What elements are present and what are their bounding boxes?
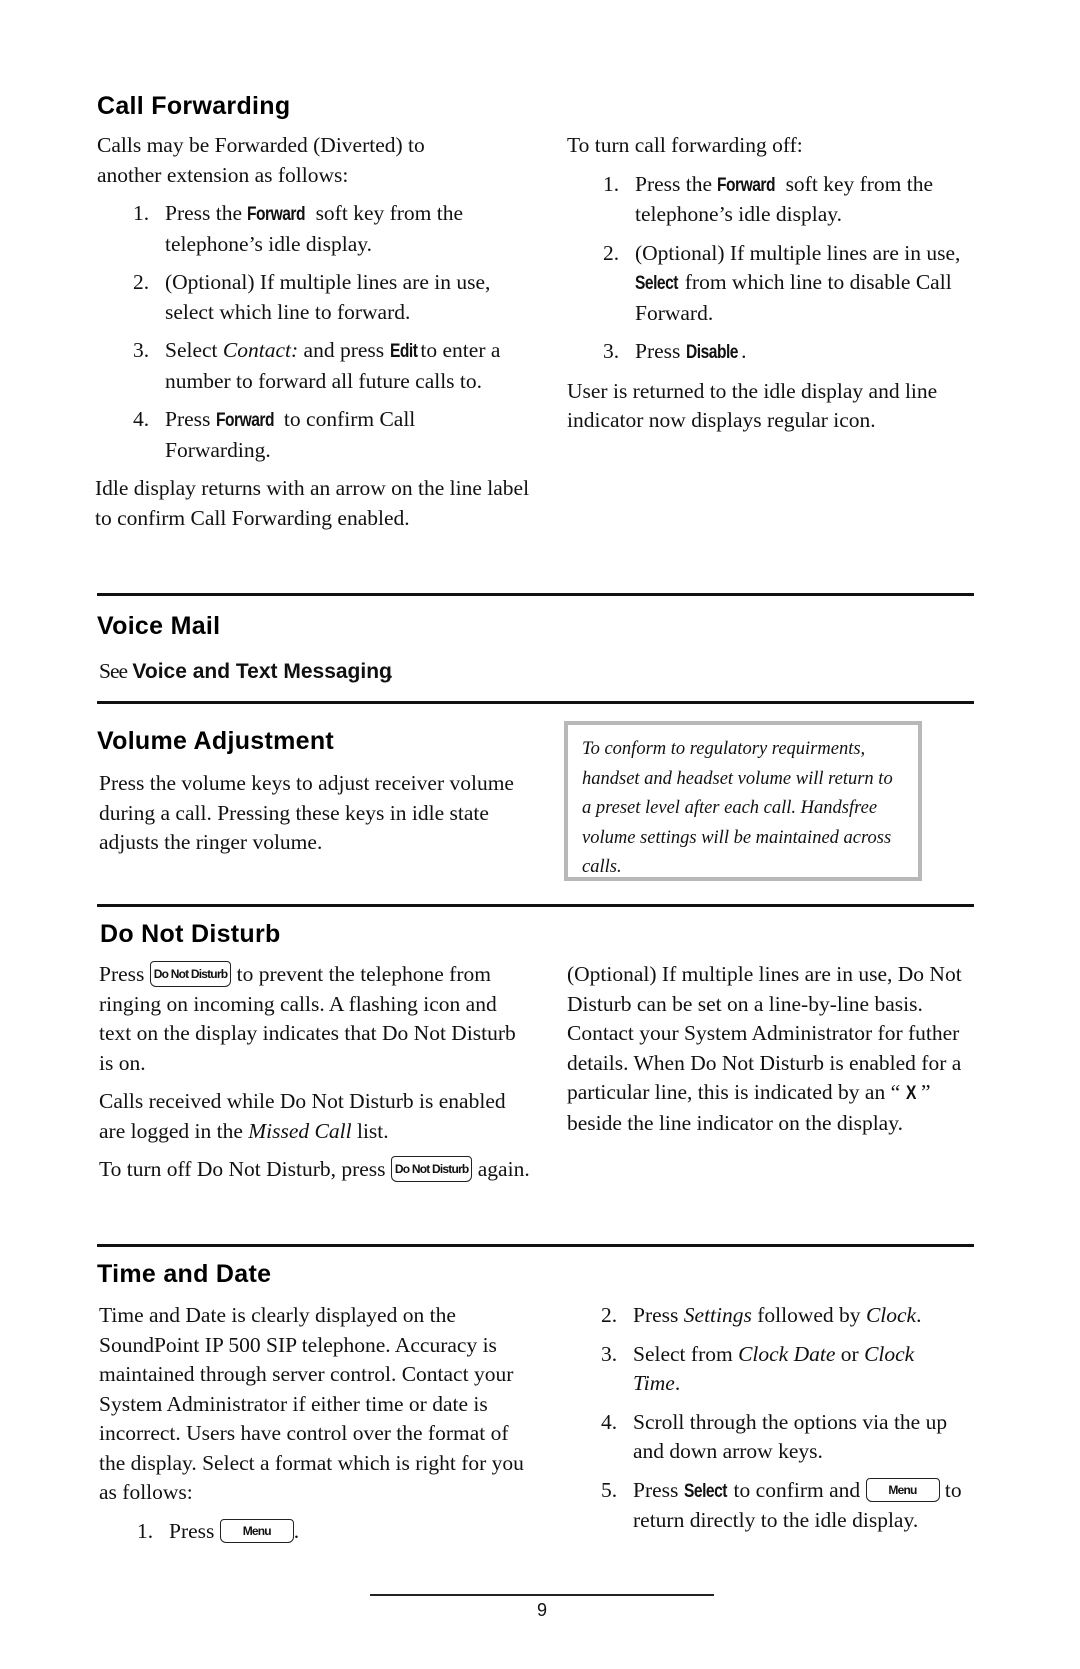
call-forwarding-outro: Idle display returns with an arrow on th… [95, 476, 530, 530]
softkey-select: Select [683, 1480, 727, 1502]
section-divider [97, 904, 974, 907]
softkey-select: Select [635, 273, 678, 294]
softkey-disable: Disable [685, 342, 738, 363]
time-date-steps-right: 2. Press Settings followed by Clock. 3. Se… [565, 1301, 985, 1536]
softkey-forward: Forward [247, 204, 306, 225]
do-not-disturb-key: Do Not Disturb [390, 1156, 473, 1183]
page-number: 9 [536, 1600, 547, 1620]
section-divider [97, 701, 974, 704]
time-date-body: Time and Date is clearly displayed on th… [99, 1303, 524, 1504]
voice-mail-see-line: See Voice and Text Messaging. [99, 659, 394, 683]
list-item: 2. (Optional) If multiple lines are in us… [133, 270, 491, 324]
heading-do-not-disturb: Do Not Disturb [100, 920, 281, 948]
dnd-paragraph-1: Press Do Not Disturb to prevent the tele… [99, 961, 516, 1075]
call-forwarding-intro: Calls may be Forwarded (Diverted) to ano… [97, 133, 425, 187]
regulatory-note: To conform to regulatory requirments, ha… [564, 721, 922, 881]
softkey-forward: Forward [215, 410, 275, 431]
list-item: 2. Press Settings followed by Clock. [601, 1303, 922, 1327]
do-not-disturb-key: Do Not Disturb [149, 961, 232, 988]
section-divider [97, 1244, 974, 1247]
dnd-paragraph-2: Calls received while Do Not Disturb is e… [99, 1089, 506, 1143]
list-item: 4. Scroll through the options via the up … [601, 1409, 948, 1464]
list-item: 1. Press the Forward soft key from the te… [133, 201, 464, 256]
heading-time-and-date: Time and Date [97, 1260, 272, 1288]
voice-and-text-messaging-link[interactable]: Voice and Text Messaging [132, 660, 391, 683]
dnd-left-column: Press Do Not Disturb to prevent the tele… [99, 960, 539, 1185]
menu-key: Menu [219, 1518, 294, 1543]
time-date-left-column: Time and Date is clearly displayed on th… [99, 1301, 539, 1555]
time-date-steps-left: 1. Press Menu. [99, 1517, 539, 1547]
call-forwarding-right-column: To turn call forwarding off: 1. Press the… [567, 131, 977, 436]
dnd-right-paragraph: (Optional) If multiple lines are in use,… [567, 962, 962, 1135]
list-item: 1. Press the Forward soft key from the te… [603, 171, 934, 227]
softkey-forward: Forward [717, 174, 776, 196]
list-item: 1. Press Menu. [137, 1518, 300, 1543]
footer-rule [370, 1594, 714, 1596]
menu-key: Menu [865, 1477, 940, 1502]
heading-volume-adjustment: Volume Adjustment [97, 727, 335, 755]
section-divider [97, 593, 974, 596]
call-forwarding-steps: 1. Press the Forward soft key from the te… [97, 199, 537, 465]
dnd-x-indicator: X [905, 1083, 916, 1104]
call-forwarding-off-steps: 1. Press the Forward soft key from the te… [567, 170, 977, 368]
list-item: 5. Press Select to confirm and Menu to re… [601, 1477, 962, 1533]
list-item: 3. Press Disable. [567, 337, 977, 368]
heading-voice-mail: Voice Mail [97, 612, 221, 640]
call-forwarding-off-intro: To turn call forwarding off: [567, 133, 803, 157]
list-item: 4. Press Forward to confirm Call Forwardi… [133, 407, 416, 462]
call-forwarding-off-outro: User is returned to the idle display and… [567, 378, 938, 433]
softkey-edit: Edit [389, 341, 418, 362]
heading-call-forwarding: Call Forwarding [97, 92, 291, 120]
volume-body: Press the volume keys to adjust receiver… [99, 771, 514, 854]
list-item: 3. Select from Clock Date or Clock Time. [601, 1341, 915, 1396]
list-item: 2. (Optional) If multiple lines are in us… [603, 240, 961, 325]
list-item: 3. Select Contact: and press Edit to ente… [133, 338, 501, 393]
call-forwarding-left-column: Calls may be Forwarded (Diverted) to ano… [95, 131, 537, 533]
dnd-paragraph-3: To turn off Do Not Disturb, press Do Not… [99, 1156, 530, 1183]
time-date-right-column: 2. Press Settings followed by Clock. 3. Se… [565, 1301, 985, 1545]
